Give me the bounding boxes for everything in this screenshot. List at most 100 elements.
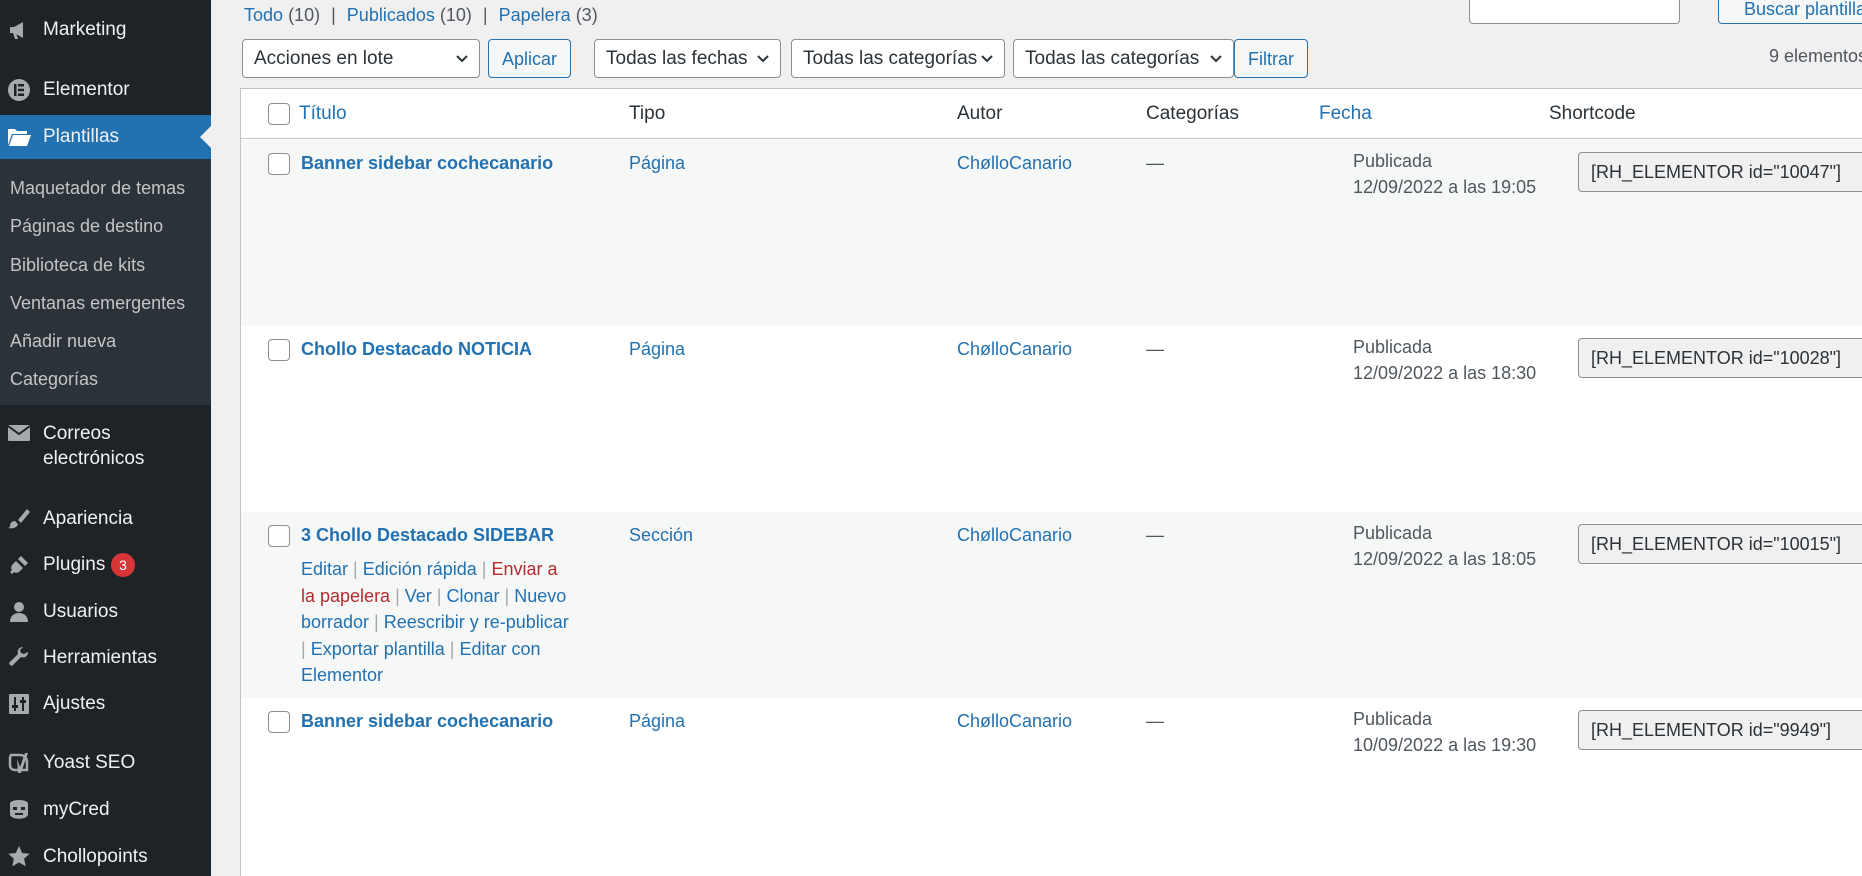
table-row: Banner sidebar cochecanario Página Chøll… [241, 140, 1862, 326]
search-input[interactable] [1469, 0, 1680, 24]
row-date: Publicada 12/09/2022 a las 19:05 [1353, 148, 1536, 200]
menu-item-chollopoints[interactable]: Chollopoints [0, 837, 211, 876]
action-clone[interactable]: Clonar [446, 586, 499, 606]
action-view[interactable]: Ver [405, 586, 432, 606]
row-author-link[interactable]: ChølloCanario [957, 339, 1072, 360]
row-actions: Editar | Edición rápida | Enviar a la pa… [301, 559, 569, 685]
menu-label: Chollopoints [43, 846, 148, 867]
row-categories: — [1146, 153, 1164, 173]
row-type-link[interactable]: Página [629, 711, 685, 732]
row-checkbox[interactable] [268, 339, 290, 361]
action-export-template[interactable]: Exportar plantilla [311, 639, 445, 659]
row-type-link[interactable]: Página [629, 339, 685, 360]
row-categories: — [1146, 711, 1164, 731]
table-header: Título Tipo Autor Categorías Fecha Short… [241, 89, 1862, 139]
menu-item-mycred[interactable]: myCred [0, 790, 211, 830]
plantillas-submenu: Maquetador de temas Páginas de destino B… [0, 159, 211, 405]
row-checkbox[interactable] [268, 153, 290, 175]
bulk-actions-select[interactable]: Acciones en lote [242, 39, 480, 78]
items-count: 9 elementos [1769, 46, 1862, 66]
row-date-value: 12/09/2022 a las 18:30 [1353, 363, 1537, 383]
action-rewrite-republish[interactable]: Reescribir y re-publicar [384, 612, 569, 632]
submenu-item-categorias[interactable]: Categorías [10, 369, 98, 390]
menu-label: Usuarios [43, 601, 118, 622]
row-status: Publicada [1353, 709, 1433, 729]
row-title-link[interactable]: 3 Chollo Destacado SIDEBAR [301, 525, 554, 546]
submenu-item-maquetador[interactable]: Maquetador de temas [10, 178, 185, 199]
row-title-link[interactable]: Banner sidebar cochecanario [301, 711, 553, 732]
submenu-item-ventanas-emergentes[interactable]: Ventanas emergentes [10, 293, 185, 314]
date-filter-select[interactable]: Todas las fechas [594, 39, 781, 78]
table-row: Banner sidebar cochecanario Página Chøll… [241, 698, 1862, 876]
column-shortcode: Shortcode [1549, 103, 1636, 124]
action-quick-edit[interactable]: Edición rápida [363, 559, 477, 579]
row-title-link[interactable]: Chollo Destacado NOTICIA [301, 339, 532, 360]
category-filter-value: Todas las categorías [1025, 48, 1200, 69]
row-type-link[interactable]: Sección [629, 525, 693, 546]
apply-button[interactable]: Aplicar [488, 39, 571, 78]
row-author-link[interactable]: ChølloCanario [957, 711, 1072, 732]
submenu-item-paginas-destino[interactable]: Páginas de destino [10, 216, 163, 237]
yoast-icon [6, 750, 32, 776]
menu-label: Apariencia [43, 508, 133, 529]
menu-item-yoast[interactable]: Yoast SEO [0, 743, 211, 783]
filter-button[interactable]: Filtrar [1234, 39, 1308, 78]
user-icon [6, 599, 32, 625]
shortcode-field[interactable]: [RH_ELEMENTOR id="10028"] [1578, 338, 1862, 378]
row-author-link[interactable]: ChølloCanario [957, 525, 1072, 546]
menu-item-ajustes[interactable]: Ajustes [0, 684, 211, 724]
column-categories: Categorías [1146, 103, 1239, 124]
menu-label: Plantillas [43, 126, 120, 147]
filter-published-link[interactable]: Publicados [347, 5, 435, 25]
row-categories: — [1146, 525, 1164, 545]
filter-all-link[interactable]: Todo [244, 5, 283, 25]
menu-item-marketing[interactable]: Marketing [0, 10, 211, 50]
row-status: Publicada [1353, 337, 1433, 357]
chevron-down-icon [757, 55, 769, 63]
menu-label: myCred [43, 799, 110, 820]
active-indicator [200, 126, 211, 148]
star-icon [6, 844, 32, 870]
category-filter-select-2[interactable]: Todas las categorías [1013, 39, 1234, 78]
row-checkbox[interactable] [268, 711, 290, 733]
chevron-down-icon [981, 55, 993, 63]
menu-item-plugins[interactable]: Plugins 3 [0, 545, 211, 585]
menu-item-correos[interactable]: Correos electrónicos [0, 418, 211, 474]
menu-item-herramientas[interactable]: Herramientas [0, 638, 211, 678]
mycred-icon [6, 797, 32, 823]
menu-label: Plugins [43, 554, 106, 575]
search-button[interactable]: Buscar plantilla [1718, 0, 1862, 24]
menu-item-apariencia[interactable]: Apariencia [0, 499, 211, 539]
folder-open-icon [6, 124, 32, 150]
shortcode-field[interactable]: [RH_ELEMENTOR id="9949"] [1578, 710, 1862, 750]
row-date: Publicada 12/09/2022 a las 18:30 [1353, 334, 1536, 386]
shortcode-field[interactable]: [RH_ELEMENTOR id="10015"] [1578, 524, 1862, 564]
column-date[interactable]: Fecha [1319, 103, 1372, 125]
bulk-actions-value: Acciones en lote [254, 48, 394, 69]
row-author-link[interactable]: ChølloCanario [957, 153, 1072, 174]
submenu-item-anadir-nueva[interactable]: Añadir nueva [10, 331, 116, 352]
menu-item-plantillas[interactable]: Plantillas [0, 115, 211, 159]
row-title-link[interactable]: Banner sidebar cochecanario [301, 153, 553, 174]
menu-label: Elementor [43, 79, 130, 100]
category-filter-value: Todas las categorías [803, 48, 978, 69]
category-filter-select[interactable]: Todas las categorías [791, 39, 1005, 78]
column-title[interactable]: Título [299, 103, 347, 125]
row-type-link[interactable]: Página [629, 153, 685, 174]
shortcode-field[interactable]: [RH_ELEMENTOR id="10047"] [1578, 152, 1862, 192]
row-date: Publicada 10/09/2022 a las 19:30 [1353, 706, 1536, 758]
paintbrush-icon [6, 506, 32, 532]
menu-label: Yoast SEO [43, 752, 136, 773]
separator: | [482, 5, 488, 25]
email-icon [6, 420, 32, 446]
select-all-checkbox[interactable] [268, 103, 290, 125]
plugin-update-badge: 3 [111, 553, 135, 577]
submenu-item-biblioteca-kits[interactable]: Biblioteca de kits [10, 255, 145, 276]
filter-published-count: (10) [439, 5, 472, 25]
menu-item-usuarios[interactable]: Usuarios [0, 592, 211, 632]
menu-item-elementor[interactable]: Elementor [0, 70, 211, 110]
action-edit[interactable]: Editar [301, 559, 348, 579]
filter-trash-link[interactable]: Papelera [499, 5, 571, 25]
row-checkbox[interactable] [268, 525, 290, 547]
table-row: 3 Chollo Destacado SIDEBAR Editar | Edic… [241, 512, 1862, 698]
